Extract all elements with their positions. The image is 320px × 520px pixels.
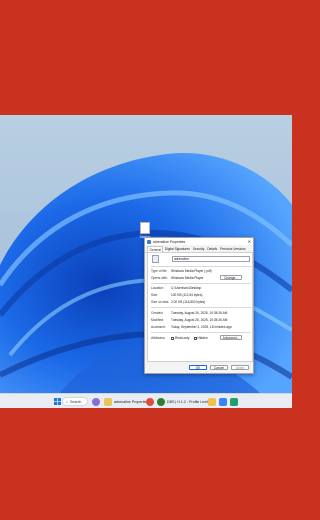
opens-with-value: Windows Media Player	[171, 276, 204, 280]
row-location: Location: C:\Users\arc\Desktop	[151, 286, 201, 290]
taskbar-app-2-label: DBS | H.1.2 - Profile Limit	[167, 399, 208, 404]
taskbar-app-2[interactable]: DBS | H.1.2 - Profile Limit	[157, 397, 208, 406]
taskbar-app-3[interactable]	[219, 397, 227, 406]
taskbar-explorer[interactable]	[208, 397, 216, 406]
start-button[interactable]	[54, 397, 61, 406]
row-opens-with: Opens with: Windows Media Player	[151, 276, 203, 280]
divider	[151, 266, 251, 267]
dialog-footer: OK Cancel Apply	[145, 365, 255, 371]
divider	[151, 332, 251, 333]
created-label: Created:	[151, 311, 164, 315]
dialog-titlebar: adrenaline Properties ✕	[145, 238, 253, 245]
size-label: Size:	[151, 293, 159, 297]
location-label: Location:	[151, 286, 164, 290]
hidden-label: Hidden	[197, 336, 208, 340]
size-value: 100 KB (112,54 bytes)	[171, 293, 203, 297]
location-value: C:\Users\arc\Desktop	[171, 286, 202, 290]
modified-label: Modified:	[151, 318, 164, 322]
search-icon: ⌕	[66, 399, 69, 404]
close-icon[interactable]: ✕	[248, 239, 251, 244]
file-name-field[interactable]: adrenaline	[172, 256, 250, 262]
advanced-button[interactable]: Advanced...	[220, 335, 242, 340]
taskbar-app-properties[interactable]: adrenaline Properties	[104, 397, 148, 406]
mail-icon	[219, 397, 227, 406]
row-size-on-disk: Size on disk: 2.00 KB (116,800 bytes)	[151, 300, 205, 304]
hidden-checkbox[interactable]	[193, 336, 197, 340]
taskbar-chrome[interactable]	[146, 397, 154, 406]
divider	[151, 283, 251, 284]
explorer-icon	[208, 397, 216, 406]
store-icon	[230, 397, 238, 406]
row-accessed: Accessed: Today, September 2, 2025, 18 m…	[151, 325, 232, 329]
taskbar: ⌕ Search adrenaline Properties DBS | H.1…	[0, 393, 292, 408]
ok-button[interactable]: OK	[189, 365, 207, 370]
change-button[interactable]: Change...	[220, 275, 242, 280]
row-modified: Modified: Tuesday, August 26, 2025, 10:3…	[151, 318, 227, 322]
opens-with-label: Opens with:	[151, 276, 168, 280]
accessed-value: Today, September 2, 2025, 18 minutes ago	[171, 325, 232, 329]
taskbar-app-properties-label: adrenaline Properties	[114, 399, 149, 404]
properties-dialog: adrenaline Properties ✕ General Digital …	[144, 237, 254, 374]
modified-value: Tuesday, August 26, 2025, 10:35:26 AM	[171, 318, 228, 322]
created-value: Tuesday, August 26, 2025, 10:35:26 AM	[171, 311, 228, 315]
row-created: Created: Tuesday, August 26, 2025, 10:35…	[151, 311, 227, 315]
readonly-checkbox[interactable]	[171, 336, 174, 340]
apply-button[interactable]: Apply	[231, 365, 249, 370]
readonly-label: Read-only	[175, 336, 190, 340]
size-on-disk-label: Size on disk:	[151, 300, 170, 304]
taskbar-app-4[interactable]	[230, 397, 238, 406]
file-large-icon	[152, 255, 159, 263]
type-label: Type of file:	[151, 269, 168, 273]
desktop-screen: Sidekiq ⌕ Search adrenaline Properties D…	[0, 115, 292, 408]
general-tab-panel: adrenaline Type of file: Windows Media P…	[147, 252, 253, 362]
file-icon	[140, 222, 150, 234]
accessed-label: Accessed:	[151, 325, 166, 329]
dialog-title: adrenaline Properties	[153, 239, 186, 244]
taskbar-search[interactable]: ⌕ Search	[62, 397, 88, 406]
row-attributes: Attributes: Read-only Hidden	[151, 336, 208, 340]
attributes-label: Attributes:	[151, 336, 166, 340]
type-value: Windows Media Player (.pdf)	[171, 269, 212, 273]
app-icon	[157, 397, 165, 406]
chrome-icon	[146, 397, 154, 406]
copilot-icon	[92, 397, 100, 406]
cancel-button[interactable]: Cancel	[210, 365, 228, 370]
divider	[151, 307, 251, 308]
size-on-disk-value: 2.00 KB (116,800 bytes)	[171, 300, 206, 304]
row-size: Size: 100 KB (112,54 bytes)	[151, 293, 202, 297]
file-type-icon	[147, 239, 151, 244]
folder-icon	[104, 397, 112, 406]
windows-logo-icon	[54, 398, 61, 405]
row-type: Type of file: Windows Media Player (.pdf…	[151, 269, 212, 273]
task-view-button[interactable]	[92, 397, 100, 406]
search-label: Search	[70, 399, 82, 404]
